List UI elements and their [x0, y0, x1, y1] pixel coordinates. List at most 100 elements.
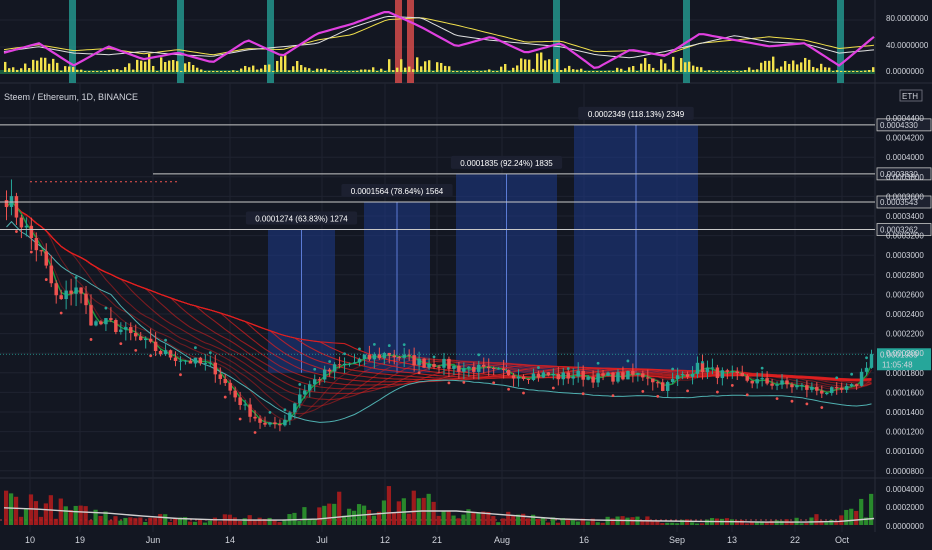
signal-marker — [537, 366, 540, 369]
candle-body — [258, 418, 262, 423]
osc-histogram-bar — [112, 69, 115, 72]
candle-body — [680, 374, 685, 376]
measurement-label: 0.0001274 (63.83%) 1274 — [255, 215, 348, 224]
trading-chart[interactable]: 80.0000000 40.0000000 0.0000000 0.000127… — [0, 0, 932, 550]
volume-bar — [824, 522, 829, 525]
candle-body — [29, 225, 34, 239]
candle-body — [546, 372, 551, 376]
volume-bar — [665, 522, 670, 525]
osc-histogram-bar — [80, 69, 83, 72]
volume-bar — [690, 522, 695, 525]
osc-histogram-bar — [632, 65, 635, 72]
volume-bar — [804, 522, 809, 525]
candle-body — [541, 372, 546, 378]
volume-bar — [202, 522, 208, 525]
osc-histogram-bar — [708, 70, 711, 72]
candle-body — [641, 373, 645, 378]
signal-marker — [701, 360, 704, 364]
candle-body — [795, 385, 799, 388]
osc-histogram-bar — [156, 71, 159, 72]
osc-axis-label: 80.0000000 — [886, 14, 929, 23]
osc-histogram-bar — [340, 71, 343, 72]
signal-marker — [313, 367, 317, 371]
candle-body — [178, 360, 183, 362]
candle-body — [99, 321, 103, 325]
candle-body — [472, 366, 476, 372]
candle-body — [168, 350, 173, 358]
measurement-label: 0.0002349 (118.13%) 2349 — [588, 110, 685, 119]
osc-histogram-bar — [176, 61, 179, 72]
osc-histogram-bar — [356, 70, 359, 72]
osc-histogram-bar — [528, 59, 531, 72]
osc-histogram-bar — [532, 68, 535, 72]
osc-histogram-bar — [812, 66, 815, 72]
price-axis-label: 0.0003200 — [886, 232, 924, 241]
osc-histogram-bar — [300, 65, 303, 72]
candle-body — [482, 364, 486, 367]
osc-histogram-bar — [168, 60, 171, 72]
osc-histogram-bar — [436, 62, 439, 72]
osc-histogram-bar — [432, 71, 435, 72]
osc-histogram-bar — [596, 71, 599, 72]
osc-histogram-bar — [8, 68, 11, 72]
signal-marker — [566, 367, 570, 370]
osc-histogram-bar — [184, 63, 187, 72]
signal-marker — [283, 408, 287, 412]
signal-marker — [492, 381, 496, 385]
signal-marker — [581, 392, 585, 396]
candle-body — [39, 250, 44, 252]
osc-histogram-bar — [692, 65, 695, 72]
volume-bar — [267, 517, 272, 525]
time-axis-label: Jun — [146, 535, 161, 545]
volume-bar — [73, 505, 78, 525]
candle-body — [700, 362, 705, 373]
osc-histogram-bar — [64, 66, 67, 72]
osc-histogram-bar — [408, 66, 411, 72]
osc-histogram-bar — [200, 69, 203, 72]
candle-body — [332, 364, 337, 372]
osc-histogram-bar — [172, 59, 175, 72]
volume-bar — [133, 518, 138, 525]
time-axis-label: Sep — [669, 535, 685, 545]
signal-marker — [760, 366, 764, 370]
signal-marker — [417, 371, 421, 375]
candle-body — [69, 290, 73, 294]
price-axis-label: 0.0001400 — [886, 408, 924, 417]
osc-histogram-bar — [668, 69, 671, 72]
candle-body — [263, 422, 267, 425]
osc-axis-label: 0.0000000 — [886, 67, 924, 76]
candle-body — [138, 336, 143, 341]
osc-histogram-bar — [844, 71, 847, 72]
signal-marker — [447, 381, 451, 385]
osc-histogram-bar — [372, 67, 375, 72]
time-axis-label: 19 — [75, 535, 85, 545]
osc-histogram-bar — [204, 71, 207, 72]
candle-body — [188, 360, 193, 364]
osc-histogram-bar — [476, 71, 479, 72]
volume-bar — [491, 516, 496, 525]
candle-body — [849, 384, 854, 387]
osc-histogram-bar — [760, 62, 763, 72]
volume-bar — [595, 522, 600, 525]
osc-histogram-bar — [768, 60, 771, 72]
candle-body — [163, 350, 168, 355]
candle-body — [143, 338, 148, 341]
osc-histogram-bar — [648, 64, 651, 72]
osc-histogram-bar — [860, 71, 863, 72]
osc-histogram-bar — [76, 69, 79, 72]
signal-marker — [611, 394, 615, 398]
osc-histogram-bar — [840, 71, 843, 72]
osc-histogram-bar — [304, 67, 307, 72]
candle-body — [203, 362, 208, 364]
osc-histogram-bar — [464, 71, 467, 72]
candle-body — [357, 358, 362, 363]
candle-body — [770, 383, 774, 386]
osc-histogram-bar — [848, 71, 851, 72]
volume-bar — [337, 491, 342, 525]
candle-body — [825, 393, 829, 395]
candle-body — [695, 362, 700, 374]
osc-histogram-bar — [604, 71, 607, 72]
symbol-header: Steem / Ethereum, 1D, BINANCE — [4, 92, 138, 102]
osc-histogram-bar — [468, 71, 471, 72]
volume-bar — [456, 518, 461, 525]
